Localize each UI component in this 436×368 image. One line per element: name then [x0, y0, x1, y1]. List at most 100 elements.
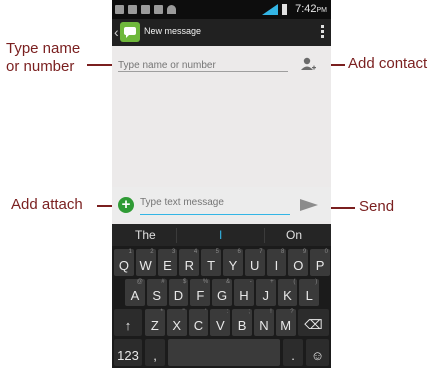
key-d-label: D: [173, 288, 184, 303]
key-s[interactable]: # S: [146, 279, 167, 306]
backspace-key[interactable]: ⌫: [298, 309, 329, 336]
key-d-alt-char: $: [183, 279, 187, 285]
key-y-alt-char: 6: [237, 249, 241, 255]
suggestion-strip: The I On: [112, 224, 331, 246]
key-s-alt-char: #: [161, 279, 165, 285]
emoji-key[interactable]: ☺: [306, 339, 329, 366]
key-a-label: A: [130, 288, 140, 303]
download-icon: [154, 5, 163, 14]
suggestion-divider: [176, 228, 177, 243]
key-i[interactable]: 8I: [266, 249, 287, 276]
key-l-alt-char: ): [315, 279, 318, 285]
key-s-label: S: [152, 288, 162, 303]
key-b-label: B: [237, 318, 247, 333]
callout-send: Send: [359, 198, 395, 215]
key-n[interactable]: ! N: [254, 309, 274, 336]
key-r[interactable]: 4R: [179, 249, 200, 276]
key-u[interactable]: 7U: [244, 249, 265, 276]
key-x-alt-char: ": [182, 309, 185, 315]
key-e-label: E: [163, 258, 172, 273]
key-z[interactable]: * Z: [145, 309, 165, 336]
shift-key-label: ↑: [124, 318, 132, 333]
clock: 7:42PM: [295, 3, 327, 15]
phone-screen: 7:42PM ‹ New message + The I O: [112, 0, 331, 368]
space-key[interactable]: [168, 339, 280, 366]
action-bar: ‹ New message: [112, 19, 331, 46]
shift-key[interactable]: ↑: [114, 309, 142, 336]
key-a[interactable]: @ A: [125, 279, 145, 306]
message-app-icon[interactable]: [120, 22, 140, 42]
key-y[interactable]: 6Y: [223, 249, 243, 276]
key-q-label: Q: [118, 258, 129, 273]
overflow-menu-icon[interactable]: [321, 25, 324, 39]
key-v[interactable]: :V: [210, 309, 231, 336]
key-o[interactable]: 9O: [288, 249, 309, 276]
callout-add-attach: Add attach: [11, 196, 83, 213]
key-k[interactable]: (K: [277, 279, 298, 306]
suggestion-left[interactable]: The: [135, 228, 156, 242]
key-w[interactable]: 2W: [135, 249, 156, 276]
back-chevron-icon[interactable]: ‹: [114, 24, 119, 40]
send-icon[interactable]: [300, 199, 318, 211]
wifi-icon: [167, 5, 176, 14]
key-m-alt-char: ?: [290, 309, 294, 315]
key-v-label: V: [215, 318, 225, 333]
key-x[interactable]: " X: [166, 309, 187, 336]
clock-ampm: PM: [316, 7, 328, 14]
usb-icon: [128, 5, 137, 14]
key-x-label: X: [172, 318, 182, 333]
keyboard: The I On 1 Q 2 W 3 E 4 R 5 T 6 Y 7 U 8 I 9 O 0 P @ A # S $ D% F & G -…: [112, 224, 331, 368]
suggestion-divider: [264, 228, 265, 243]
key-p[interactable]: 0P: [310, 249, 330, 276]
callout-line-type-name: [87, 64, 115, 66]
period-key-label: .: [291, 348, 295, 363]
composer-bar: +: [112, 187, 331, 221]
key-e[interactable]: 3E: [157, 249, 178, 276]
key-j[interactable]: + J: [255, 279, 276, 306]
key-z-alt-char: *: [160, 309, 163, 315]
key-g[interactable]: & G: [212, 279, 232, 306]
recipient-input[interactable]: [118, 60, 288, 71]
key-n-label: N: [259, 318, 269, 333]
symbols-key[interactable]: 123: [114, 339, 142, 366]
key-c-alt-char: ': [205, 309, 207, 315]
recipient-field[interactable]: [118, 55, 288, 72]
key-h-label: H: [239, 288, 249, 303]
key-j-label: J: [262, 288, 269, 303]
key-c[interactable]: ' C: [188, 309, 209, 336]
comma-key[interactable]: ,: [145, 339, 165, 366]
key-m[interactable]: ? M: [275, 309, 296, 336]
add-attachment-icon[interactable]: +: [118, 197, 134, 213]
message-field[interactable]: [140, 192, 290, 215]
key-m-label: M: [280, 318, 292, 333]
key-o-alt-char: 9: [302, 249, 307, 255]
key-h-alt-char: -: [249, 279, 252, 285]
key-r-alt-char: 4: [193, 249, 198, 255]
sd-card-icon: [141, 5, 150, 14]
key-b[interactable]: ; B: [232, 309, 252, 336]
key-h[interactable]: -H: [234, 279, 254, 306]
key-u-label: U: [250, 258, 260, 273]
sms-notification-icon: [115, 5, 124, 14]
backspace-key-label: ⌫: [304, 317, 323, 332]
suggestion-middle[interactable]: I: [219, 228, 222, 242]
key-q[interactable]: 1Q: [114, 249, 134, 276]
key-k-alt-char: (: [293, 279, 296, 285]
suggestion-right[interactable]: On: [286, 228, 302, 242]
key-u-alt-char: 7: [259, 249, 263, 255]
key-l-label: L: [305, 288, 313, 303]
key-f[interactable]: % F: [190, 279, 211, 306]
key-l[interactable]: ) L: [299, 279, 320, 306]
key-q-alt-char: 1: [128, 249, 132, 255]
key-a-alt-char: @: [136, 279, 143, 285]
key-v-alt-char: :: [226, 309, 229, 315]
message-input[interactable]: [140, 197, 290, 208]
key-t[interactable]: 5T: [201, 249, 221, 276]
key-d[interactable]: $ D: [168, 279, 189, 306]
key-w-alt-char: 2: [150, 249, 154, 255]
period-key[interactable]: .: [283, 339, 303, 366]
key-f-label: F: [196, 288, 205, 303]
add-contact-icon[interactable]: [300, 56, 316, 72]
key-f-alt-char: %: [202, 279, 209, 285]
key-z-label: Z: [150, 318, 159, 333]
